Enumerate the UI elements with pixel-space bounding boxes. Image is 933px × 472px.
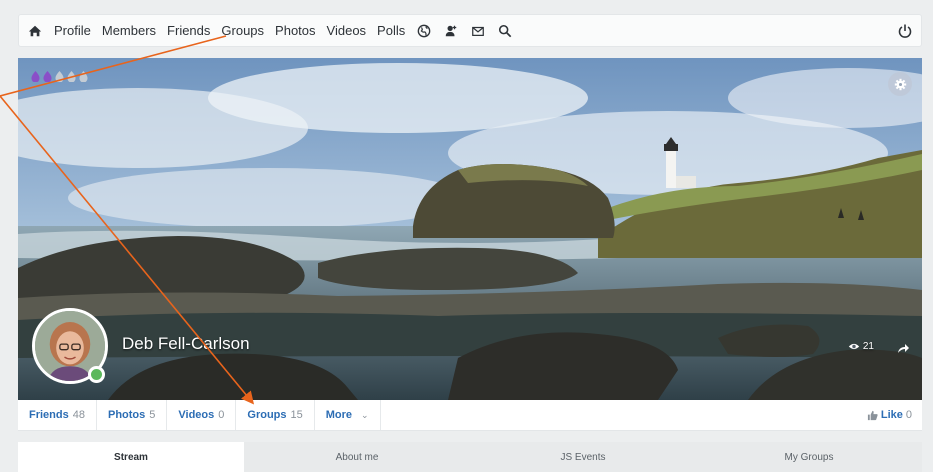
- view-count-value: 21: [862, 341, 874, 352]
- more-dropdown[interactable]: More ⌄: [315, 400, 381, 430]
- stat-count: 15: [290, 409, 303, 421]
- like-count: 0: [905, 409, 912, 421]
- nav-polls[interactable]: Polls: [377, 23, 405, 38]
- stat-count: 48: [72, 409, 85, 421]
- drop-icon-filled: [43, 71, 52, 82]
- envelope-icon[interactable]: [470, 23, 486, 39]
- profile-stats-bar: Friends 48 Photos 5 Videos 0 Groups 15 M…: [18, 400, 922, 431]
- nav-groups[interactable]: Groups: [221, 23, 264, 38]
- online-status-dot: [88, 366, 105, 383]
- thumbs-up-icon: [867, 410, 878, 420]
- like-label: Like: [880, 409, 903, 421]
- tab-stream[interactable]: Stream: [18, 442, 244, 472]
- stat-label: Groups: [247, 409, 287, 421]
- stat-count: 0: [218, 409, 225, 421]
- nav-profile[interactable]: Profile: [54, 23, 91, 38]
- nav-videos[interactable]: Videos: [327, 23, 367, 38]
- tab-about-me[interactable]: About me: [244, 442, 470, 472]
- drop-icon-empty: [55, 71, 64, 82]
- stat-label: Photos: [107, 409, 146, 421]
- gear-icon: [894, 78, 906, 90]
- search-icon[interactable]: [497, 23, 513, 39]
- profile-tabs: Stream About me JS Events My Groups: [18, 442, 922, 472]
- tab-js-events[interactable]: JS Events: [470, 442, 696, 472]
- drop-icon-empty: [67, 71, 76, 82]
- tab-my-groups[interactable]: My Groups: [696, 442, 922, 472]
- stat-friends[interactable]: Friends 48: [18, 400, 97, 430]
- stat-count: 5: [149, 409, 156, 421]
- stat-groups[interactable]: Groups 15: [236, 400, 315, 430]
- view-count: 21: [848, 341, 874, 352]
- stat-label: More: [325, 409, 353, 421]
- home-icon[interactable]: [27, 23, 43, 39]
- like-button[interactable]: Like 0: [867, 409, 912, 421]
- nav-photos[interactable]: Photos: [275, 23, 315, 38]
- cover-photo: Deb Fell-Carlson 21: [18, 58, 922, 400]
- drop-icon-empty: [79, 71, 88, 82]
- nav-friends[interactable]: Friends: [167, 23, 210, 38]
- drop-icon-filled: [31, 71, 40, 82]
- rating-drops: [31, 71, 88, 82]
- stat-videos[interactable]: Videos 0: [167, 400, 237, 430]
- stat-label: Friends: [29, 409, 69, 421]
- stat-label: Videos: [178, 409, 215, 421]
- share-icon[interactable]: [897, 341, 909, 353]
- power-icon[interactable]: [897, 23, 913, 39]
- cover-settings-button[interactable]: [888, 72, 912, 96]
- globe-icon[interactable]: [416, 23, 432, 39]
- profile-name[interactable]: Deb Fell-Carlson: [122, 334, 250, 354]
- stat-photos[interactable]: Photos 5: [97, 400, 168, 430]
- chevron-down-icon: ⌄: [361, 409, 369, 420]
- top-navigation-bar: Profile Members Friends Groups Photos Vi…: [18, 14, 922, 47]
- eye-icon: [848, 343, 860, 350]
- nav-members[interactable]: Members: [102, 23, 156, 38]
- user-add-icon[interactable]: [443, 23, 459, 39]
